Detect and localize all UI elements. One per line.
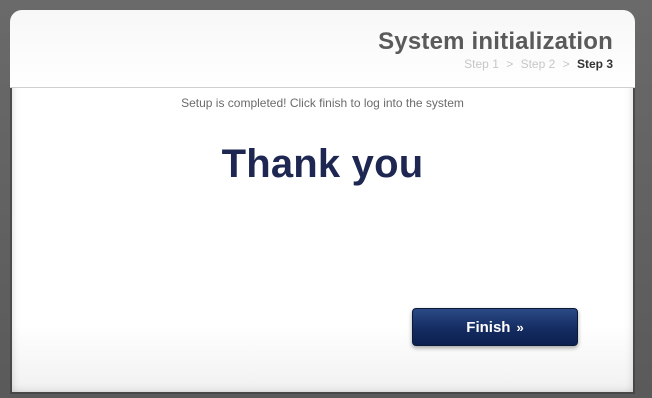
double-chevron-right-icon: »	[516, 319, 524, 335]
thank-you-heading: Thank you	[221, 142, 424, 186]
step-3-active: Step 3	[576, 57, 613, 71]
step-1: Step 1	[464, 57, 499, 71]
step-separator-2: >	[562, 57, 570, 71]
step-2: Step 2	[520, 57, 556, 71]
step-breadcrumb: Step 1 > Step 2 > Step 3	[464, 57, 613, 71]
step-separator-1: >	[506, 57, 514, 71]
page-title: System initialization	[378, 28, 613, 55]
app-backdrop: System initialization Step 1 > Step 2 > …	[0, 0, 652, 398]
setup-dialog: System initialization Step 1 > Step 2 > …	[10, 10, 635, 394]
setup-complete-message: Setup is completed! Click finish to log …	[181, 96, 464, 110]
header-divider	[10, 87, 635, 88]
finish-button[interactable]: Finish »	[412, 308, 578, 346]
dialog-header: System initialization Step 1 > Step 2 > …	[10, 10, 635, 88]
finish-button-label: Finish	[466, 318, 511, 336]
